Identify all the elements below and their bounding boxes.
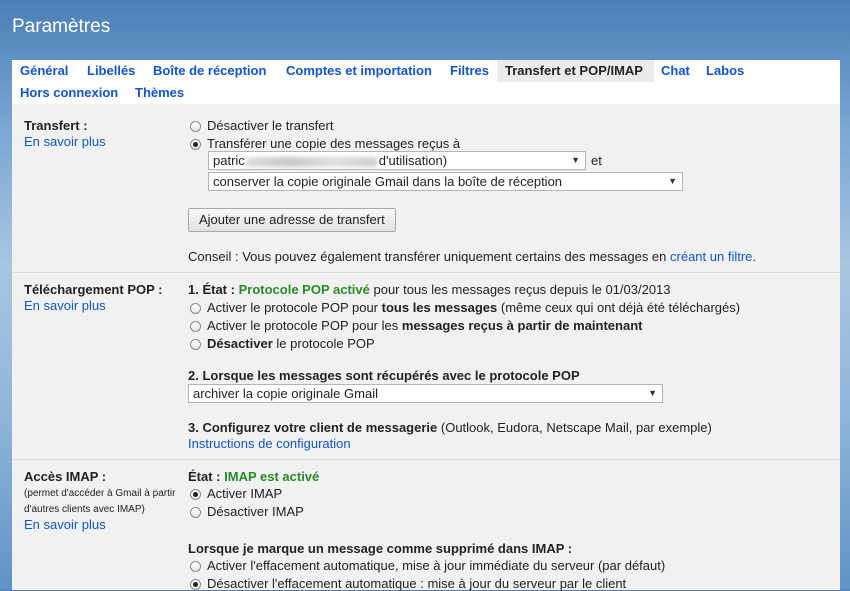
tab-inbox[interactable]: Boîte de réception: [145, 60, 274, 82]
page-title: Paramètres: [12, 16, 111, 37]
settings-tabs: Général Libellés Boîte de réception Comp…: [12, 60, 840, 104]
pop-configure-note: (Outlook, Eudora, Netscape Mail, par exe…: [440, 420, 712, 435]
pop-from-now-label: Activer le protocole POP pour les messag…: [207, 318, 642, 333]
pop-disable-label: Désactiver le protocole POP: [207, 336, 375, 351]
pop-all-messages-label: Activer le protocole POP pour tous les m…: [207, 300, 740, 315]
chevron-down-icon: ▼: [668, 176, 677, 186]
transfer-learn-more-link[interactable]: En savoir plus: [24, 134, 106, 149]
tip-text: Conseil : Vous pouvez également transfér…: [188, 249, 667, 264]
imap-enable-radio[interactable]: [190, 489, 201, 500]
pop-action-value: archiver la copie originale Gmail: [193, 386, 378, 401]
forwarding-tip: Conseil : Vous pouvez également transfér…: [188, 249, 756, 264]
imap-status-value: IMAP est activé: [224, 469, 320, 484]
pop-status: 1. État : Protocole POP activé pour tous…: [188, 282, 671, 297]
pop-config-instructions-link[interactable]: Instructions de configuration: [188, 436, 351, 451]
add-forwarding-address-button[interactable]: Ajouter une adresse de transfert: [188, 208, 396, 232]
tab-accounts[interactable]: Comptes et importation: [278, 60, 440, 82]
imap-label: Accès IMAP :: [24, 469, 107, 484]
pop-configure-bold: 3. Configurez votre client de messagerie: [188, 420, 438, 435]
section-divider: [12, 459, 840, 460]
tab-labels[interactable]: Libellés: [79, 60, 143, 82]
imap-status: État : IMAP est activé: [188, 469, 319, 484]
imap-status-prefix: État :: [188, 469, 221, 484]
imap-description-1: (permet d'accéder à Gmail à partir: [24, 488, 176, 499]
pop-configure-heading: 3. Configurez votre client de messagerie…: [188, 420, 712, 435]
imap-disable-label: Désactiver IMAP: [207, 504, 304, 519]
tip-end: .: [752, 249, 757, 264]
pop-opt1-note: (même ceux qui ont déjà été téléchargés): [500, 300, 741, 315]
auto-expunge-off-radio[interactable]: [190, 579, 201, 590]
chevron-down-icon: ▼: [571, 155, 580, 165]
settings-panel: Transfert : En savoir plus Désactiver le…: [12, 104, 840, 591]
tab-labs[interactable]: Labos: [698, 60, 752, 82]
pop-opt3-bold: Désactiver: [207, 336, 273, 351]
pop-from-now-radio[interactable]: [190, 321, 201, 332]
tab-themes[interactable]: Thèmes: [127, 82, 192, 104]
pop-opt3-text: le protocole POP: [276, 336, 375, 351]
chevron-down-icon: ▼: [648, 388, 657, 398]
disable-forwarding-radio[interactable]: [190, 121, 201, 132]
pop-opt1-text: Activer le protocole POP pour: [207, 300, 379, 315]
tab-offline[interactable]: Hors connexion: [12, 82, 126, 104]
pop-when-heading: 2. Lorsque les messages sont récupérés a…: [188, 368, 580, 383]
pop-status-prefix: 1. État :: [188, 282, 235, 297]
pop-status-value: Protocole POP activé: [238, 282, 370, 297]
imap-learn-more-link[interactable]: En savoir plus: [24, 517, 106, 532]
imap-description-2: d'autres clients avec IMAP): [24, 504, 145, 515]
transfer-label: Transfert :: [24, 118, 88, 133]
pop-opt1-bold: tous les messages: [381, 300, 498, 315]
pop-all-messages-radio[interactable]: [190, 303, 201, 314]
imap-enable-label: Activer IMAP: [207, 486, 283, 501]
auto-expunge-on-label: Activer l'effacement automatique, mise à…: [207, 558, 666, 573]
keep-copy-select[interactable]: conserver la copie originale Gmail dans …: [208, 172, 683, 191]
pop-label: Téléchargement POP :: [24, 282, 163, 297]
tab-general[interactable]: Général: [12, 60, 76, 82]
pop-opt2-text: Activer le protocole POP pour les: [207, 318, 399, 333]
tab-chat[interactable]: Chat: [653, 60, 698, 82]
tab-filters[interactable]: Filtres: [442, 60, 497, 82]
section-divider: [12, 272, 840, 273]
forward-address-suffix: d'utilisation): [378, 153, 448, 168]
imap-disable-radio[interactable]: [190, 507, 201, 518]
disable-forwarding-label: Désactiver le transfert: [207, 118, 334, 133]
pop-status-suffix: pour tous les messages reçus depuis le 0…: [373, 282, 671, 297]
pop-learn-more-link[interactable]: En savoir plus: [24, 298, 106, 313]
keep-copy-value: conserver la copie originale Gmail dans …: [213, 174, 563, 189]
redacted-address: [246, 156, 377, 167]
forward-copy-label: Transférer une copie des messages reçus …: [207, 136, 461, 151]
auto-expunge-off-label: Désactiver l'effacement automatique : mi…: [207, 576, 627, 591]
pop-action-select[interactable]: archiver la copie originale Gmail ▼: [188, 384, 663, 403]
and-label: et: [591, 153, 602, 168]
forward-address-prefix: patric: [213, 153, 245, 168]
pop-opt2-bold: messages reçus à partir de maintenant: [401, 318, 643, 333]
tab-forwarding-pop-imap[interactable]: Transfert et POP/IMAP: [497, 60, 654, 82]
auto-expunge-on-radio[interactable]: [190, 561, 201, 572]
pop-disable-radio[interactable]: [190, 339, 201, 350]
forward-address-select[interactable]: patric d'utilisation) ▼: [208, 151, 586, 170]
forward-copy-radio[interactable]: [190, 139, 201, 150]
imap-deleted-heading: Lorsque je marque un message comme suppr…: [188, 541, 573, 556]
create-filter-link[interactable]: créant un filtre: [670, 249, 752, 264]
